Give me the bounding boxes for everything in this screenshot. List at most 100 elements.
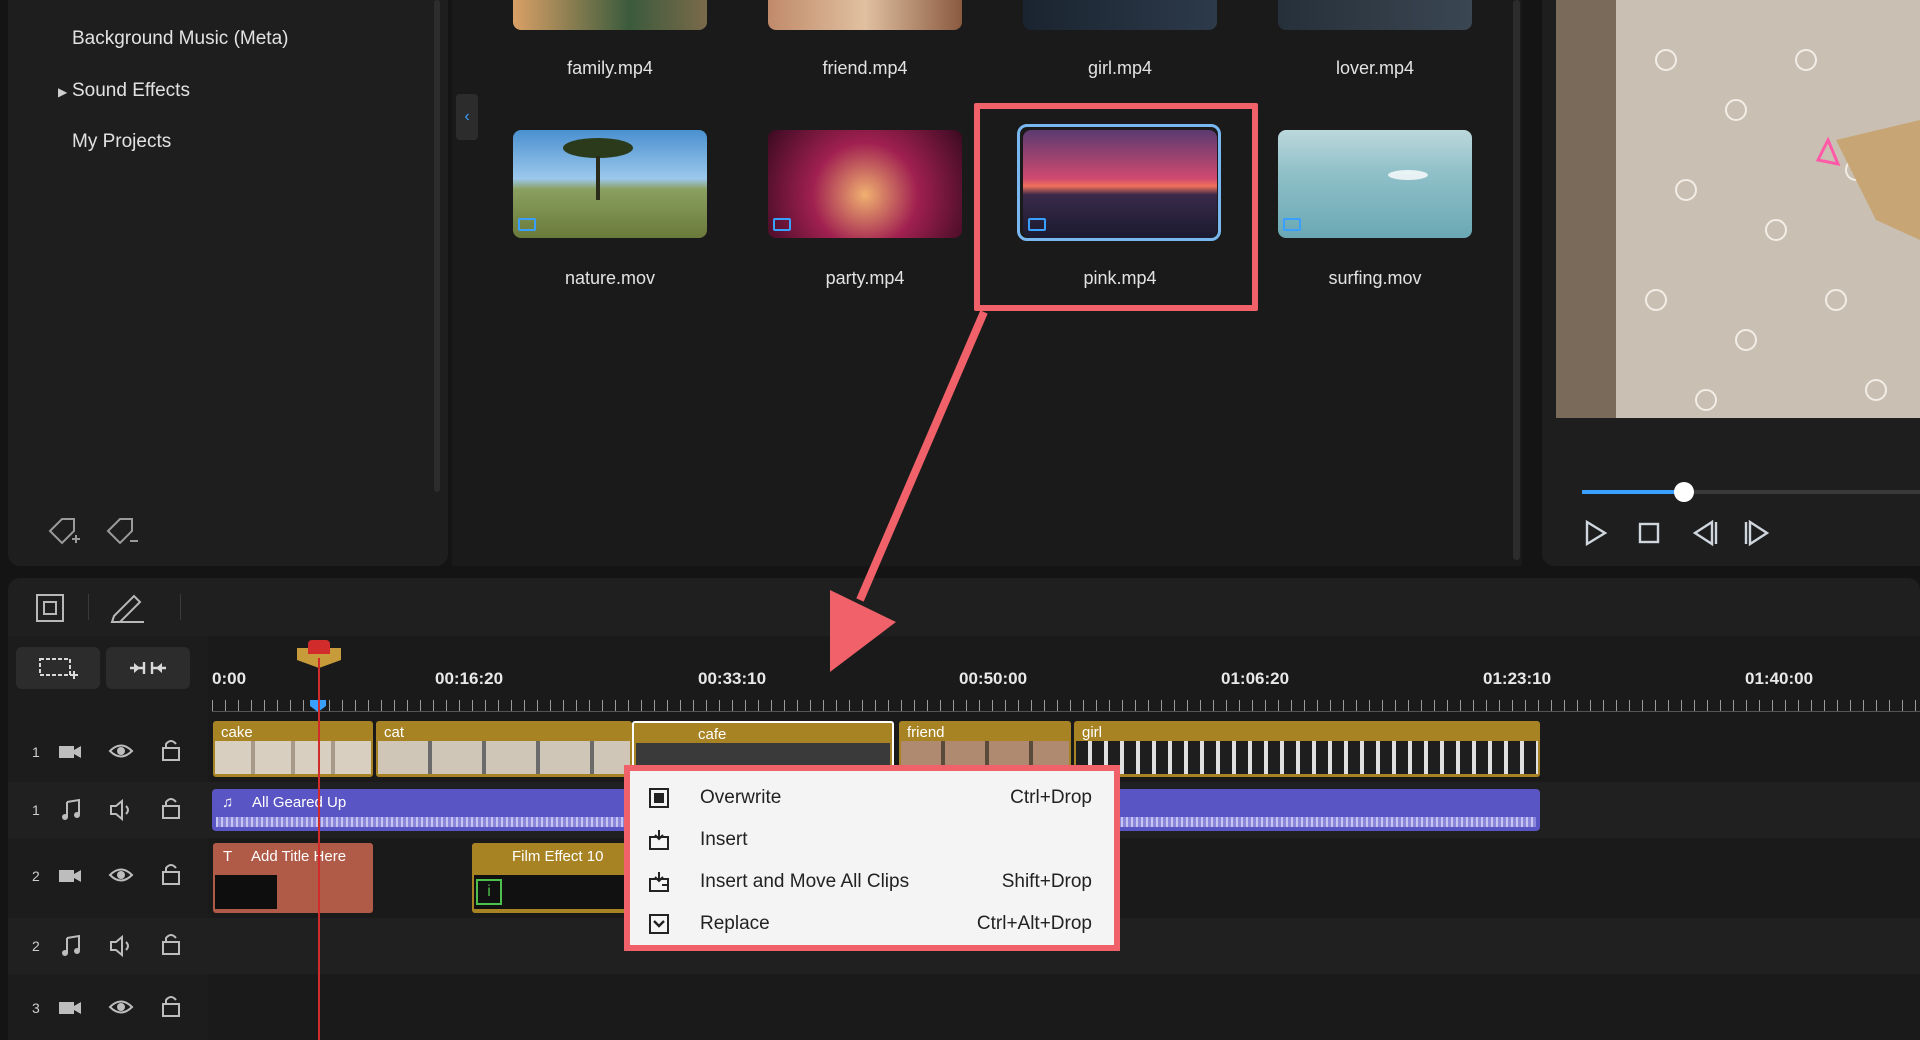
track-number: 2: [32, 938, 40, 954]
track-number: 3: [32, 1000, 40, 1016]
media-thumbnail: [1023, 0, 1217, 30]
stop-icon[interactable]: [1634, 518, 1664, 548]
menu-item-shortcut: Ctrl+Alt+Drop: [976, 913, 1092, 934]
collapse-panel-icon[interactable]: ‹: [456, 94, 478, 140]
playback-knob[interactable]: [1674, 482, 1694, 502]
media-name: girl.mp4: [1087, 58, 1153, 78]
menu-item-insert-move-all[interactable]: Insert and Move All Clips Shift+Drop: [630, 861, 1114, 903]
clip-label: cake: [221, 724, 253, 741]
clip-label: All Geared Up: [252, 794, 347, 811]
media-card-nature[interactable]: nature.mov: [513, 130, 707, 289]
media-card-girl[interactable]: girl.mp4: [1023, 0, 1217, 79]
video-camera-icon: [59, 1002, 81, 1014]
add-track-button[interactable]: [16, 647, 100, 689]
media-card-surfing[interactable]: surfing.mov: [1278, 130, 1472, 289]
eye-icon[interactable]: [108, 864, 134, 886]
lock-icon[interactable]: [160, 932, 182, 956]
menu-item-insert[interactable]: Insert: [630, 819, 1114, 861]
clip-label: cafe: [698, 726, 727, 743]
playhead-line: [318, 658, 320, 1040]
eye-icon[interactable]: [108, 996, 134, 1018]
insert-icon: [649, 830, 669, 850]
drop-context-menu: Overwrite Ctrl+Drop Insert Insert and Mo…: [624, 765, 1120, 951]
timeline-ruler[interactable]: [212, 700, 1920, 712]
clip-label: Add Title Here: [251, 848, 347, 865]
media-thumbnail: [513, 0, 707, 30]
lock-icon[interactable]: [160, 994, 182, 1018]
replace-icon: [649, 914, 669, 934]
grid-select-icon[interactable]: [34, 592, 66, 624]
media-card-party[interactable]: party.mp4: [768, 130, 962, 289]
menu-item-replace[interactable]: Replace Ctrl+Alt+Drop: [630, 903, 1114, 945]
timeline-clip[interactable]: cake: [213, 721, 373, 777]
split-button[interactable]: [106, 647, 190, 689]
media-card-lover[interactable]: lover.mp4: [1278, 0, 1472, 79]
ruler-time-label: 00:16:20: [435, 669, 504, 688]
video-type-icon: [773, 218, 791, 231]
pen-edit-icon[interactable]: [108, 592, 146, 624]
ruler-time-label: 00:33:10: [698, 669, 767, 688]
prev-frame-icon[interactable]: [1690, 518, 1720, 548]
media-thumbnail: [1278, 0, 1472, 30]
library-scrollbar[interactable]: [434, 0, 440, 492]
video-camera-icon: [59, 746, 81, 758]
library-panel: Background Music (Meta) ▶ Sound Effects …: [8, 0, 448, 566]
media-card-friend[interactable]: friend.mp4: [768, 0, 962, 79]
timeline-effect-clip[interactable]: Film Effect 10 i: [472, 843, 632, 913]
insert-move-icon: [649, 872, 669, 892]
library-item-sound-effects[interactable]: Sound Effects: [72, 80, 190, 102]
library-item-background-music[interactable]: Background Music (Meta): [72, 28, 288, 50]
eye-icon[interactable]: [108, 740, 134, 762]
caret-right-icon[interactable]: ▶: [58, 85, 67, 99]
media-card-family[interactable]: family.mp4: [513, 0, 707, 79]
annotation-arrow: [830, 310, 988, 672]
music-note-icon: [62, 798, 80, 820]
menu-item-shortcut: Ctrl+Drop: [1010, 787, 1092, 808]
timeline-title-clip[interactable]: T Add Title Here: [213, 843, 373, 913]
menu-item-label: Insert: [700, 829, 748, 850]
media-thumbnail: [1278, 130, 1472, 238]
menu-item-overwrite[interactable]: Overwrite Ctrl+Drop: [630, 777, 1114, 819]
library-item-my-projects[interactable]: My Projects: [72, 131, 171, 153]
media-name: family.mp4: [567, 58, 653, 78]
music-note-icon: ♫: [222, 794, 234, 811]
menu-item-shortcut: Shift+Drop: [1001, 871, 1092, 892]
ruler-time-label: 01:06:20: [1221, 669, 1290, 688]
text-title-icon: T: [223, 848, 233, 865]
timeline-clip[interactable]: girl: [1074, 721, 1540, 777]
media-thumbnail: [768, 0, 962, 30]
ruler-time-label: 01:23:10: [1483, 669, 1552, 688]
track-row-video-3: 3: [8, 974, 1920, 1040]
play-icon[interactable]: [1580, 518, 1610, 548]
playhead-handle[interactable]: [308, 640, 330, 654]
lock-icon[interactable]: [160, 862, 182, 886]
speaker-icon[interactable]: [108, 798, 134, 822]
media-name: surfing.mov: [1328, 268, 1422, 288]
lace-pattern: [1556, 0, 1920, 418]
video-type-icon: [1283, 218, 1301, 231]
tag-add-icon[interactable]: [46, 515, 82, 549]
media-name: nature.mov: [564, 268, 656, 288]
speaker-icon[interactable]: [108, 934, 134, 958]
media-scrollbar[interactable]: [1513, 0, 1520, 560]
menu-item-label: Replace: [700, 913, 770, 934]
media-thumbnail: [768, 130, 962, 238]
timeline-clip[interactable]: cat: [376, 721, 632, 777]
track-number: 1: [32, 802, 40, 818]
track-number: 2: [32, 868, 40, 884]
clip-label: Film Effect 10: [512, 848, 604, 865]
next-frame-icon[interactable]: [1742, 518, 1772, 548]
preview-video: [1556, 0, 1920, 418]
lock-icon[interactable]: [160, 738, 182, 762]
media-thumbnail: [513, 130, 707, 238]
track-number: 1: [32, 744, 40, 760]
media-name: lover.mp4: [1335, 58, 1415, 78]
info-icon: i: [476, 879, 502, 905]
menu-item-label: Insert and Move All Clips: [700, 871, 910, 892]
menu-item-label: Overwrite: [700, 787, 782, 808]
overwrite-icon: [649, 788, 669, 808]
video-type-icon: [518, 218, 536, 231]
tag-remove-icon[interactable]: [104, 515, 140, 549]
ruler-time-label: 01:40:00: [1745, 669, 1814, 688]
lock-icon[interactable]: [160, 796, 182, 820]
